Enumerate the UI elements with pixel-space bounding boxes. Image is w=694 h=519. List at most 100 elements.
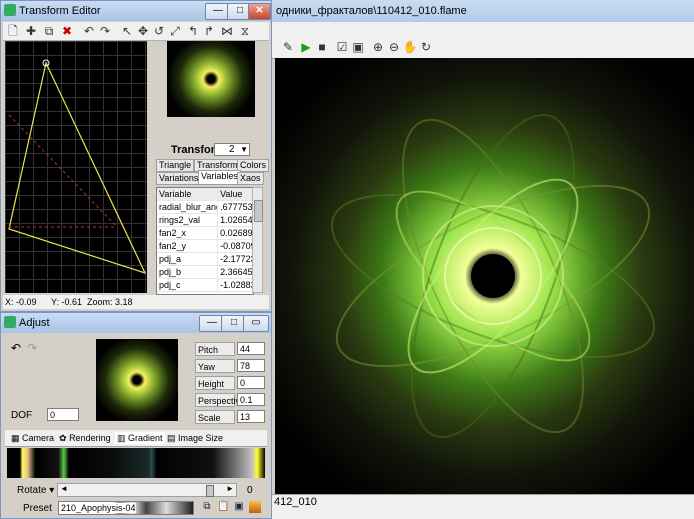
height-label: Height xyxy=(195,376,235,390)
close-icon[interactable]: ✕ xyxy=(248,3,271,20)
transform-editor-toolbar: 🗋 ✚ ⧉ ✖ ↶ ↷ ↖ ✥ ↺ ⤢ ↰ ↱ ⋈ ⧖ xyxy=(3,22,269,41)
preset-select[interactable]: 210_Apophysis-04 xyxy=(58,501,194,515)
variable-value[interactable]: -1.02883 xyxy=(217,279,253,291)
variable-value[interactable]: 1.02654 xyxy=(217,214,253,226)
variable-name: rings2_val xyxy=(159,215,201,225)
table-header: Variable Value xyxy=(157,188,253,201)
tab-image-size[interactable]: ▤ Image Size xyxy=(167,432,223,444)
adjust-preview-image xyxy=(96,339,178,421)
status-zoom: Zoom: 3.18 xyxy=(87,297,133,307)
tab-variables[interactable]: Variables xyxy=(198,170,241,185)
height-field[interactable]: 0 xyxy=(237,376,265,389)
yaw-label: Yaw xyxy=(195,359,235,373)
table-row[interactable]: radial_blur_angle.677753 xyxy=(157,201,253,214)
variable-value[interactable]: -2.17723 xyxy=(217,253,253,265)
tab-camera-label: Camera xyxy=(22,433,55,443)
table-row[interactable]: pdj_c -1.02883 xyxy=(157,279,253,292)
tab-camera[interactable]: ▦ Camera xyxy=(11,432,54,444)
gradient-preview[interactable] xyxy=(7,448,265,478)
variables-scrollbar[interactable] xyxy=(252,187,263,293)
copy-icon[interactable]: ⧉ xyxy=(201,501,213,513)
variable-name: fan2_x xyxy=(159,228,187,238)
slider-right-arrow-icon[interactable]: ► xyxy=(226,484,234,493)
rotate-left-icon[interactable]: ↰ xyxy=(185,23,201,39)
pitch-field[interactable]: 44 xyxy=(237,342,265,355)
main-window-title: одники_фракталов\110412_010.flame xyxy=(270,0,694,22)
flame-render-canvas[interactable] xyxy=(275,58,694,494)
slider-left-arrow-icon[interactable]: ◄ xyxy=(60,484,68,493)
rotate-icon[interactable]: ↻ xyxy=(418,39,434,55)
transform-editor-window: Transform Editor — □ ✕ 🗋 ✚ ⧉ ✖ ↶ ↷ ↖ ✥ ↺… xyxy=(0,0,272,312)
paste-icon[interactable]: 📋 xyxy=(217,501,229,513)
scale-label: Scale xyxy=(195,410,235,424)
pan-hand-icon[interactable]: ✋ xyxy=(402,39,418,55)
image-icon[interactable]: ▣ xyxy=(350,39,366,55)
yaw-field[interactable]: 78 xyxy=(237,359,265,372)
play-icon[interactable]: ▶ xyxy=(298,39,314,55)
edit-icon[interactable]: ✎ xyxy=(280,39,296,55)
scale-icon[interactable]: ⤢ xyxy=(167,23,183,39)
zoom-out-icon[interactable]: ⊖ xyxy=(386,39,402,55)
table-row[interactable]: fan2_y -0.08709 xyxy=(157,240,253,253)
variable-value[interactable]: .677753 xyxy=(217,201,253,213)
gradient-icon: ▥ xyxy=(117,433,126,443)
tab-xaos[interactable]: Xaos xyxy=(237,172,264,185)
tab-rendering[interactable]: ✿ Rendering xyxy=(59,432,111,444)
variable-value[interactable]: 0.026897 xyxy=(217,227,253,239)
tab-gradient[interactable]: ▥ Gradient xyxy=(115,432,165,444)
undo-icon[interactable]: ↶ xyxy=(11,341,21,355)
variable-name: fan2_y xyxy=(159,241,187,251)
save-icon[interactable]: ▣ xyxy=(233,501,245,513)
delete-icon[interactable]: ✖ xyxy=(59,23,75,39)
undo-icon[interactable]: ↶ xyxy=(81,23,97,39)
flip-vertical-icon[interactable]: ⧖ xyxy=(237,23,253,39)
rotate-slider[interactable]: ◄ ► xyxy=(57,483,237,497)
perspective-field[interactable]: 0.1 xyxy=(237,393,265,406)
flame-fractal-image xyxy=(330,113,656,439)
table-row[interactable]: pdj_b 2.36645 xyxy=(157,266,253,279)
variables-table: Variable Value radial_blur_angle.677753 … xyxy=(156,187,254,295)
tab-variations[interactable]: Variations xyxy=(156,172,202,185)
rendering-icon: ✿ xyxy=(59,433,67,443)
transform-select[interactable]: 2 ▼ xyxy=(214,143,250,156)
rotate-tool-icon[interactable]: ↺ xyxy=(151,23,167,39)
tab-triangle[interactable]: Triangle xyxy=(156,159,195,172)
scale-field[interactable]: 13 xyxy=(237,410,265,423)
transform-select-value: 2 xyxy=(229,144,235,155)
restore-icon[interactable]: ▭ xyxy=(243,315,269,332)
status-x: X: -0.09 xyxy=(5,297,37,307)
tab-rendering-label: Rendering xyxy=(69,433,111,443)
redo-icon[interactable]: ↷ xyxy=(27,341,37,355)
redo-icon[interactable]: ↷ xyxy=(97,23,113,39)
tab-image-size-label: Image Size xyxy=(178,433,224,443)
stop-icon[interactable]: ■ xyxy=(314,39,330,55)
variable-value[interactable]: 2.36645 xyxy=(217,266,253,278)
new-transform-icon[interactable]: 🗋 xyxy=(5,23,21,39)
slider-thumb[interactable] xyxy=(206,485,214,497)
camera-icon: ▦ xyxy=(11,433,20,443)
triangle-editor-canvas[interactable] xyxy=(5,41,147,293)
scrollbar-thumb[interactable] xyxy=(254,200,263,222)
dof-field[interactable]: 0 xyxy=(47,408,79,421)
variable-name: radial_blur_angle xyxy=(159,202,217,212)
table-row[interactable]: fan2_x 0.026897 xyxy=(157,227,253,240)
app-icon xyxy=(4,4,16,16)
flip-horizontal-icon[interactable]: ⋈ xyxy=(219,23,235,39)
transform-editor-status: X: -0.09 Y: -0.61 Zoom: 3.18 xyxy=(3,295,269,309)
variable-value[interactable]: -0.08709 xyxy=(217,240,253,252)
tab-gradient-label: Gradient xyxy=(128,433,163,443)
table-row[interactable]: rings2_val 1.02654 xyxy=(157,214,253,227)
zoom-in-icon[interactable]: ⊕ xyxy=(370,39,386,55)
add-transform-icon[interactable]: ✚ xyxy=(23,23,39,39)
gradient-menu-icon[interactable] xyxy=(249,501,261,513)
tab-colors[interactable]: Colors xyxy=(237,159,270,172)
adjust-window: Adjust — □ ▭ ↶ ↷ DOF 0 Pitch 44 Yaw 78 H… xyxy=(0,312,272,519)
table-row[interactable]: pdj_a -2.17723 xyxy=(157,253,253,266)
options-icon[interactable]: ☑ xyxy=(334,39,350,55)
rotate-label: Rotate xyxy=(17,485,47,496)
duplicate-icon[interactable]: ⧉ xyxy=(41,23,57,39)
rotate-dropdown[interactable]: Rotate ▾ xyxy=(17,485,54,496)
move-icon[interactable]: ✥ xyxy=(135,23,151,39)
select-icon[interactable]: ↖ xyxy=(119,23,135,39)
rotate-right-icon[interactable]: ↱ xyxy=(201,23,217,39)
